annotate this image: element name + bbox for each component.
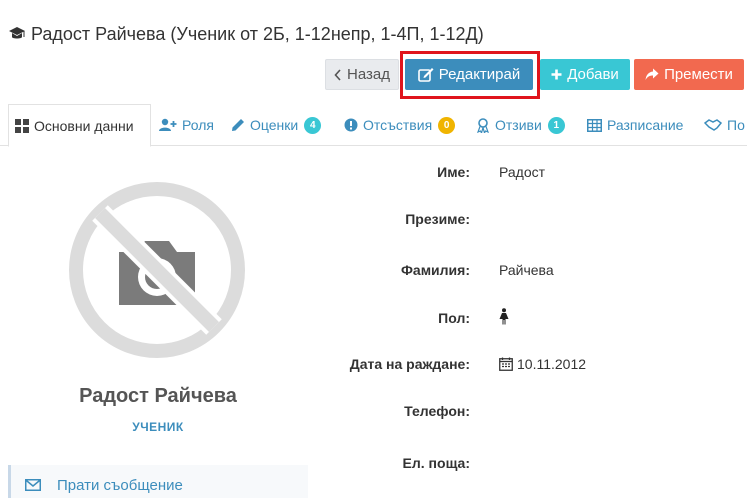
profile-name: Радост Райчева bbox=[79, 385, 237, 407]
back-button-label: Назад bbox=[347, 66, 390, 83]
absences-count-badge: 0 bbox=[438, 116, 456, 134]
back-button[interactable]: Назад bbox=[325, 59, 399, 90]
tab-label: Основни данни bbox=[34, 117, 134, 134]
tab-reviews[interactable]: Отзиви 1 bbox=[476, 104, 565, 146]
add-button[interactable]: Добави bbox=[540, 59, 630, 90]
pencil-icon bbox=[232, 119, 244, 131]
profile-role: УЧЕНИК bbox=[132, 420, 184, 434]
grades-count-badge: 4 bbox=[304, 116, 322, 134]
tab-label: По bbox=[727, 117, 745, 133]
birth-date-label: Дата на раждане: bbox=[349, 356, 470, 372]
tab-label: Отсъствия bbox=[363, 117, 433, 133]
chevron-left-icon bbox=[334, 68, 341, 81]
table-icon bbox=[587, 118, 602, 132]
first-name-label: Име: bbox=[437, 164, 470, 180]
graduation-cap-icon bbox=[9, 27, 25, 39]
envelope-icon bbox=[25, 479, 41, 491]
tab-schedule[interactable]: Разписание bbox=[587, 104, 683, 146]
tab-more[interactable]: По bbox=[704, 104, 745, 146]
handshake-icon bbox=[704, 119, 722, 131]
user-plus-icon bbox=[159, 118, 177, 131]
send-message-label: Прати съобщение bbox=[57, 476, 183, 494]
move-button-label: Премести bbox=[664, 66, 733, 83]
move-button[interactable]: Премести bbox=[634, 59, 744, 90]
add-button-label: Добави bbox=[567, 66, 619, 83]
edit-icon bbox=[417, 68, 434, 82]
tab-basic-data[interactable]: Основни данни bbox=[8, 104, 151, 147]
last-name-label: Фамилия: bbox=[400, 262, 470, 278]
first-name-value: Радост bbox=[499, 164, 546, 180]
exclamation-circle-icon bbox=[344, 118, 358, 132]
page-title-text: Радост Райчева (Ученик от 2Б, 1-12непр, … bbox=[31, 23, 484, 44]
tab-label: Разписание bbox=[607, 117, 684, 133]
page-title: Радост Райчева (Ученик от 2Б, 1-12непр, … bbox=[8, 22, 484, 46]
phone-label: Телефон: bbox=[404, 403, 470, 419]
share-icon bbox=[645, 68, 659, 80]
gender-label: Пол: bbox=[438, 310, 470, 326]
tab-label: Отзиви bbox=[495, 117, 542, 133]
last-name-value: Райчева bbox=[499, 262, 554, 278]
tab-absences[interactable]: Отсъствия 0 bbox=[344, 104, 456, 146]
edit-button[interactable]: Редактирай bbox=[405, 59, 533, 90]
tab-label: Роля bbox=[182, 117, 214, 133]
birth-date-text: 10.11.2012 bbox=[517, 356, 587, 372]
middle-name-label: Презиме: bbox=[405, 211, 470, 227]
edit-button-label: Редактирай bbox=[438, 66, 521, 83]
tab-label: Оценки bbox=[250, 117, 299, 133]
tab-role[interactable]: Роля bbox=[159, 104, 214, 146]
no-photo-icon bbox=[69, 182, 245, 358]
grid-icon bbox=[15, 118, 29, 133]
reviews-count-badge: 1 bbox=[547, 116, 565, 134]
email-label: Ел. поща: bbox=[402, 455, 470, 471]
send-message-button[interactable]: Прати съобщение bbox=[8, 465, 308, 498]
tab-grades[interactable]: Оценки 4 bbox=[231, 104, 322, 146]
plus-icon bbox=[551, 69, 562, 80]
award-icon bbox=[476, 117, 490, 133]
tab-bar: Основни данни Роля Оценки 4 Отсъствия 0 … bbox=[0, 104, 747, 147]
birth-date-value: 10.11.2012 bbox=[499, 356, 586, 372]
female-icon bbox=[499, 308, 509, 325]
gender-value bbox=[499, 308, 513, 325]
calendar-icon bbox=[499, 357, 513, 371]
